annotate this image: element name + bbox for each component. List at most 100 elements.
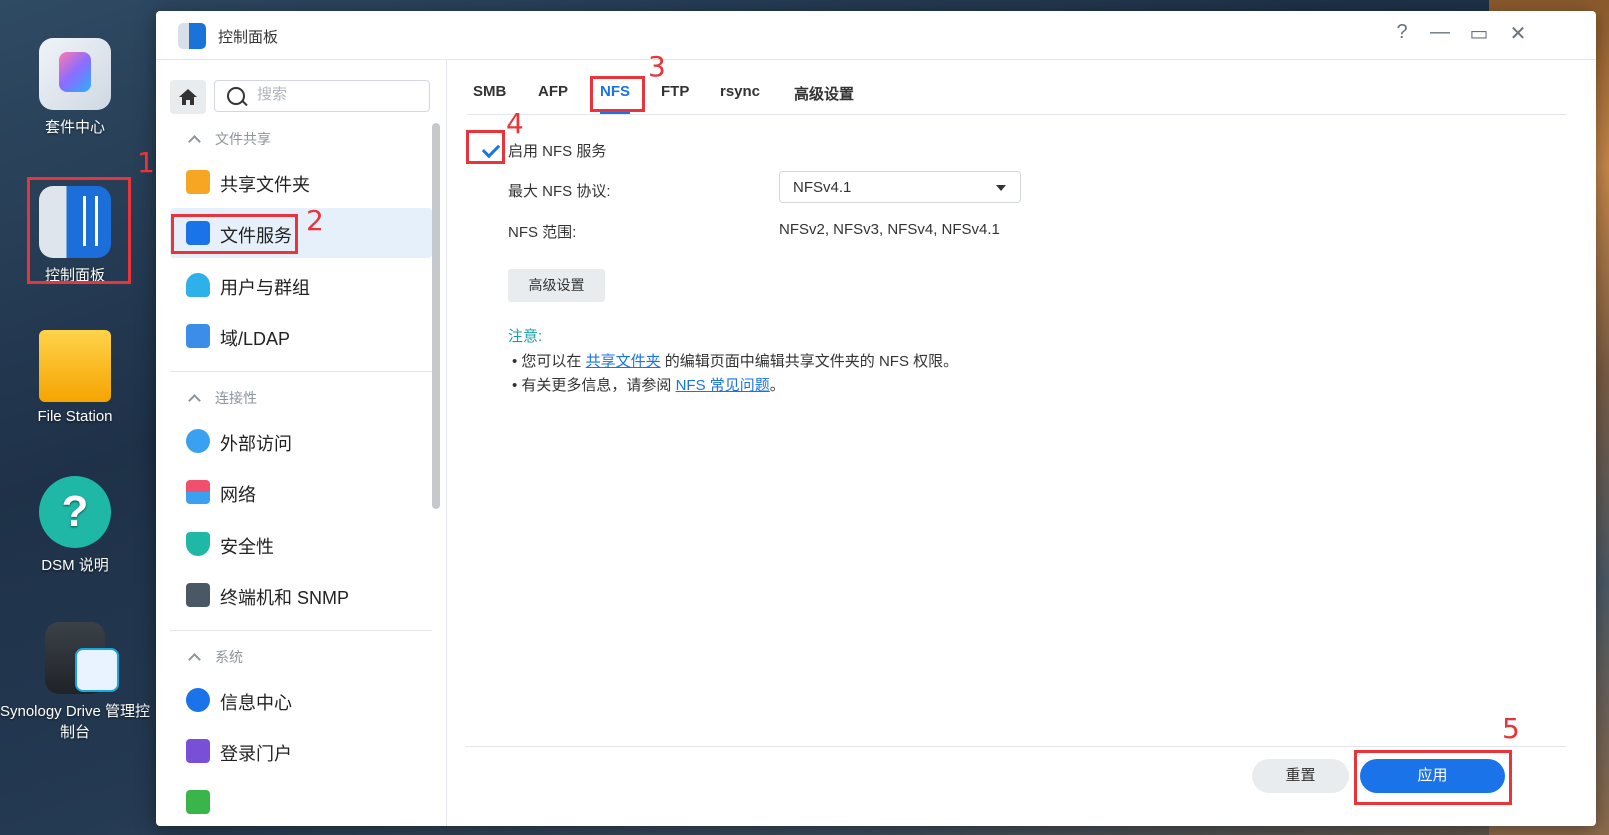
shield-icon <box>186 532 210 556</box>
sidebar-item-label: 网络 <box>220 485 256 505</box>
sidebar-item-partial[interactable] <box>170 777 432 826</box>
advanced-settings-button[interactable]: 高级设置 <box>508 269 605 302</box>
sidebar-item-domain-ldap[interactable]: 域/LDAP <box>170 311 432 361</box>
range-label: NFS 范围: <box>508 224 577 241</box>
annotation-number-1: 1 <box>137 146 155 179</box>
sidebar-item-network[interactable]: 网络 <box>170 467 432 517</box>
annotation-box-4 <box>466 130 505 164</box>
sidebar-scrollbar[interactable] <box>432 123 440 509</box>
max-protocol-label: 最大 NFS 协议: <box>508 183 611 200</box>
note-text: 您可以在 <box>521 353 586 370</box>
tab-afp[interactable]: AFP <box>538 83 568 100</box>
note-title: 注意: <box>508 328 543 345</box>
sidebar-item-label: 外部访问 <box>220 434 292 454</box>
chevron-up-icon <box>188 135 201 148</box>
terminal-icon <box>186 583 210 607</box>
users-icon <box>186 273 210 297</box>
tab-ftp[interactable]: FTP <box>661 83 689 100</box>
package-center-icon <box>39 38 111 110</box>
section-title: 连接性 <box>215 390 257 406</box>
sidebar-item-shared-folder[interactable]: 共享文件夹 <box>170 157 432 207</box>
note-text: 的编辑页面中编辑共享文件夹的 NFS 权限。 <box>660 353 959 370</box>
sidebar-item-label: 域/LDAP <box>220 329 291 349</box>
sidebar-item-label: 信息中心 <box>220 693 292 713</box>
sidebar-item-label: 安全性 <box>220 537 274 557</box>
sidebar-item-user-group[interactable]: 用户与群组 <box>170 260 432 310</box>
sidebar-item-terminal-snmp[interactable]: 终端机和 SNMP <box>170 570 432 620</box>
sidebar-item-login-portal[interactable]: 登录门户 <box>170 726 432 776</box>
domain-icon <box>186 324 210 348</box>
control-panel-icon <box>178 23 206 49</box>
note-item: • 您可以在 共享文件夹 的编辑页面中编辑共享文件夹的 NFS 权限。 <box>512 353 959 370</box>
chevron-up-icon <box>188 653 201 666</box>
divider <box>170 371 432 372</box>
divider <box>170 630 432 631</box>
max-protocol-select[interactable]: NFSv4.1 <box>779 171 1021 203</box>
info-icon <box>186 688 210 712</box>
desktop-icon-label: Synology Drive 管理控制台 <box>0 703 151 741</box>
search-box[interactable] <box>214 80 430 112</box>
external-access-icon <box>186 429 210 453</box>
sidebar-item-security[interactable]: 安全性 <box>170 519 432 569</box>
tab-smb[interactable]: SMB <box>473 83 506 100</box>
desktop-icon-label: DSM 说明 <box>41 557 109 574</box>
note-text: 有关更多信息，请参阅 <box>521 377 676 394</box>
desktop-icon-dsm-help[interactable]: ? DSM 说明 <box>15 476 135 575</box>
sidebar-item-label: 登录门户 <box>220 744 292 764</box>
shared-folder-link[interactable]: 共享文件夹 <box>586 353 661 370</box>
sidebar: 文件共享 共享文件夹 文件服务 用户与群组 域/LDAP 连接性 外部访问 网络… <box>156 60 447 826</box>
annotation-number-3: 3 <box>648 50 666 83</box>
sidebar-item-label: 共享文件夹 <box>220 175 310 195</box>
desktop-icon-label: File Station <box>37 408 113 425</box>
annotation-number-5: 5 <box>1502 712 1520 745</box>
folder-icon <box>186 170 210 194</box>
section-header-system[interactable]: 系统 <box>188 647 243 667</box>
folder-icon <box>39 330 111 402</box>
tab-rsync[interactable]: rsync <box>720 83 760 100</box>
main-panel: SMB AFP NFS FTP rsync 高级设置 启用 NFS 服务 最大 … <box>447 60 1596 826</box>
chevron-up-icon <box>188 394 201 407</box>
annotation-number-4: 4 <box>506 107 524 140</box>
minimize-icon[interactable]: — <box>1426 21 1454 44</box>
range-value: NFSv2, NFSv3, NFSv4, NFSv4.1 <box>779 221 1000 238</box>
help-icon: ? <box>39 476 111 548</box>
tab-advanced[interactable]: 高级设置 <box>794 83 854 104</box>
sidebar-item-external-access[interactable]: 外部访问 <box>170 416 432 466</box>
section-header-connectivity[interactable]: 连接性 <box>188 388 257 408</box>
desktop-icon-package-center[interactable]: 套件中心 <box>15 38 135 137</box>
max-protocol-value: NFSv4.1 <box>793 179 852 196</box>
section-title: 系统 <box>215 649 243 665</box>
note-item: • 有关更多信息，请参阅 NFS 常见问题。 <box>512 377 785 394</box>
enable-nfs-label: 启用 NFS 服务 <box>508 143 607 160</box>
close-icon[interactable]: ✕ <box>1504 21 1532 46</box>
desktop-icon-label: 套件中心 <box>44 119 105 136</box>
search-icon <box>227 87 245 105</box>
section-header-file-sharing[interactable]: 文件共享 <box>188 129 271 149</box>
annotation-box-1 <box>27 177 131 284</box>
note-text: 。 <box>769 377 785 394</box>
window-title: 控制面板 <box>218 29 279 46</box>
network-icon <box>186 480 210 504</box>
desktop-icon-file-station[interactable]: File Station <box>15 330 135 425</box>
synology-drive-admin-icon <box>45 622 119 694</box>
sidebar-item-info-center[interactable]: 信息中心 <box>170 675 432 725</box>
control-panel-window: 控制面板 ? — ▭ ✕ 文件共享 共享文件夹 文件服务 用户与群组 域/LDA… <box>156 11 1596 826</box>
annotation-box-5 <box>1354 750 1512 805</box>
login-portal-icon <box>186 739 210 763</box>
app-icon <box>186 790 210 814</box>
home-icon <box>179 89 197 105</box>
search-input[interactable] <box>255 85 419 104</box>
sidebar-item-label: 终端机和 SNMP <box>220 588 350 608</box>
caret-down-icon <box>996 185 1006 191</box>
desktop-icon-synology-drive[interactable]: Synology Drive 管理控制台 <box>0 622 155 742</box>
nfs-faq-link[interactable]: NFS 常见问题 <box>676 377 770 394</box>
title-bar: 控制面板 ? — ▭ ✕ <box>156 11 1596 60</box>
home-button[interactable] <box>170 80 206 114</box>
maximize-icon[interactable]: ▭ <box>1465 21 1493 46</box>
section-title: 文件共享 <box>215 131 271 147</box>
help-icon[interactable]: ? <box>1388 21 1416 44</box>
footer-divider <box>465 746 1566 747</box>
annotation-box-3 <box>590 76 645 112</box>
reset-button[interactable]: 重置 <box>1252 759 1349 793</box>
annotation-box-2 <box>171 214 298 254</box>
